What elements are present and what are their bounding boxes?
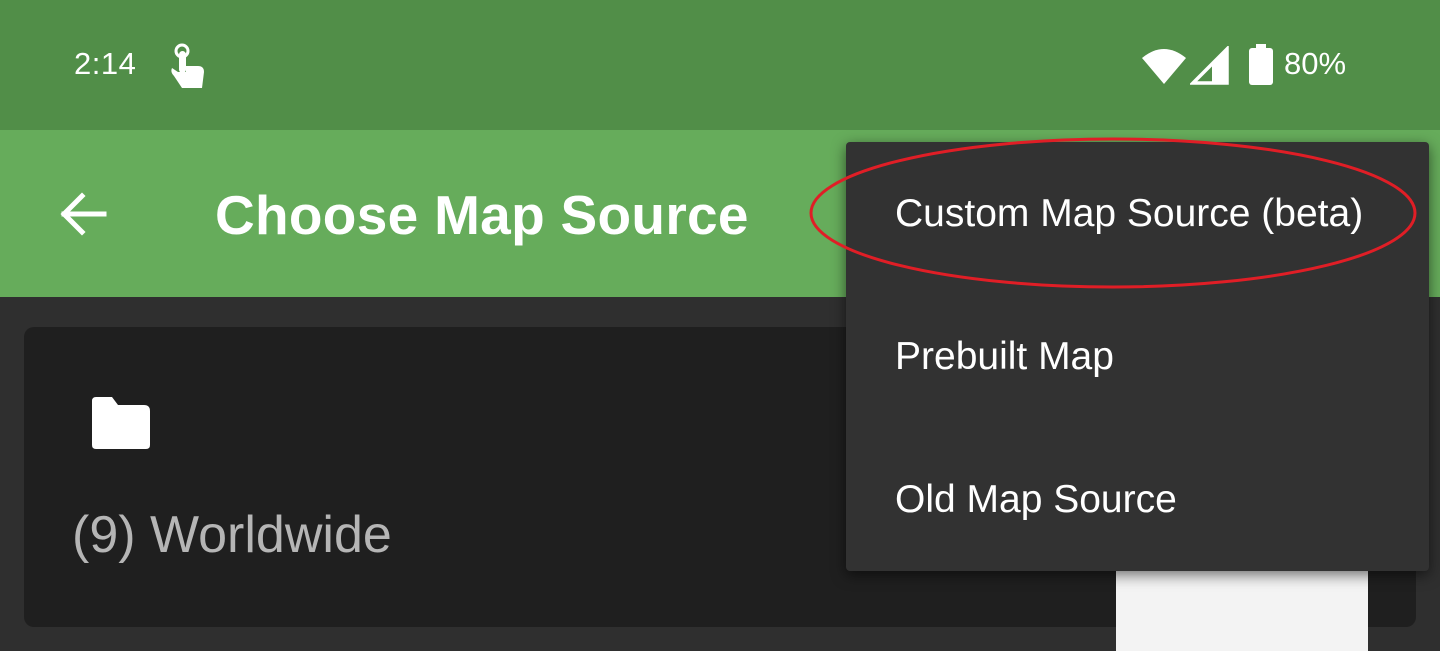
- page-title: Choose Map Source: [215, 184, 749, 246]
- battery-percentage: 80%: [1284, 46, 1347, 81]
- menu-item-old-map-source[interactable]: Old Map Source: [846, 428, 1429, 571]
- list-item-label: (9) Worldwide: [72, 506, 392, 564]
- menu-item-label: Prebuilt Map: [895, 334, 1114, 378]
- menu-item-label: Custom Map Source (beta): [895, 191, 1364, 235]
- menu-item-prebuilt-map[interactable]: Prebuilt Map: [846, 285, 1429, 428]
- status-bar: 2:14 80%: [0, 0, 1440, 130]
- overflow-menu: Custom Map Source (beta) Prebuilt Map Ol…: [846, 142, 1429, 571]
- menu-item-custom-map-source[interactable]: Custom Map Source (beta): [846, 142, 1429, 285]
- battery-icon: [1249, 44, 1273, 85]
- folder-icon: [92, 397, 150, 449]
- wifi-icon: [1142, 49, 1186, 84]
- arrow-back-icon[interactable]: [56, 186, 112, 242]
- thumbnail-image: [1116, 571, 1368, 651]
- status-time: 2:14: [74, 46, 137, 81]
- menu-item-label: Old Map Source: [895, 477, 1177, 521]
- touch-icon: [171, 43, 204, 88]
- signal-icon: [1190, 46, 1229, 85]
